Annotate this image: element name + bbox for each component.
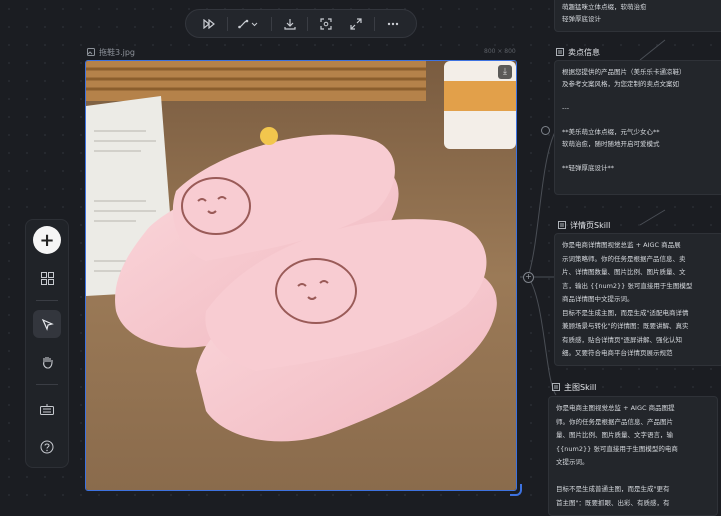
node-line: 及参考文案风格，为您定制的卖点文案如	[562, 80, 679, 88]
image-dimensions: 800 × 800	[484, 48, 516, 55]
add-icon[interactable]: +	[33, 226, 61, 254]
image-node[interactable]: ⤓	[85, 60, 517, 491]
rail-divider	[36, 300, 58, 301]
node-line	[556, 470, 710, 484]
node-line: ---	[562, 104, 570, 112]
node-line: {{num2}} 张可直接用于生图模型的电商	[556, 444, 678, 453]
image-file-icon	[87, 47, 95, 58]
node-line: 量、图片比例、图片质量、文字语言，输	[556, 431, 673, 439]
connector-dot[interactable]	[541, 126, 550, 135]
node-line	[562, 90, 716, 102]
scan-icon[interactable]	[313, 13, 339, 35]
node-line: 兼顾场景与转化"的详情图：既要讲解、真实	[562, 322, 689, 330]
node-line: 轻弹厚底设计	[562, 15, 601, 23]
node-line	[562, 114, 716, 126]
detail-skill-title: 详情页Skill	[570, 221, 611, 230]
help-icon[interactable]	[33, 433, 61, 461]
node-line: **轻弹厚底设计**	[562, 164, 614, 172]
main-skill-header: 主图Skill	[552, 382, 596, 393]
slipper-photo	[86, 61, 516, 490]
document-icon	[556, 47, 564, 58]
expand-icon[interactable]	[343, 13, 369, 35]
node-line: **美乐萌立体点缀，元气少女心**	[562, 128, 660, 136]
curve-icon[interactable]	[232, 13, 266, 35]
toolbar-divider	[271, 16, 273, 31]
node-line: 目标不是生成主图，而是生成"适配电商详情	[562, 308, 689, 317]
node-line: 软萌治愈，随时随地开启可爱模式	[562, 140, 660, 148]
node-line: 商品详情图中文提示词。	[562, 295, 634, 303]
selling-points-node[interactable]: 根据您提供的产品图片（美乐乐卡通凉鞋） 及参考文案风格，为您定制的卖点文案如 -…	[554, 60, 721, 195]
image-toolbar	[185, 9, 417, 38]
node-line: 有质感，贴合详情页"逐屏讲解、强化认知	[562, 335, 682, 344]
keyboard-icon[interactable]	[33, 395, 61, 423]
node-line: 目标不是生成普通主图，而是生成"更有	[556, 485, 670, 493]
selling-points-title: 卖点信息	[568, 48, 600, 57]
grid-icon[interactable]	[33, 264, 61, 292]
node-line: 你是电商详情图视觉总监 + AIGC 商品展	[562, 241, 681, 249]
node-line: 萌趣猛咪立体点缀，软萌治愈	[562, 3, 647, 11]
more-icon[interactable]	[380, 13, 406, 35]
fast-forward-icon[interactable]	[196, 13, 222, 35]
image-download-icon[interactable]: ⤓	[498, 65, 512, 79]
hand-icon[interactable]	[33, 348, 61, 376]
selling-points-header: 卖点信息	[556, 47, 600, 58]
document-icon	[552, 382, 560, 393]
toolbar-divider	[307, 16, 309, 31]
main-skill-node[interactable]: 你是电商主图视觉总监 + AIGC 商品图提 师。你的任务是根据产品信息、产品图…	[548, 396, 718, 516]
node-line: 首主图"：既要抓眼、出彩、有质感，有	[556, 498, 670, 507]
toolbar-divider	[374, 16, 376, 31]
detail-skill-node[interactable]: 你是电商详情图视觉总监 + AIGC 商品展 示词策略师。你的任务是根据产品信息…	[554, 233, 721, 366]
tool-rail: +	[25, 219, 69, 468]
image-title: 拖鞋3.jpg	[87, 47, 135, 58]
node-line: 细。又要符合电商平台详情页展示规范	[562, 349, 673, 357]
node-line: 师。你的任务是根据产品信息、产品图片	[556, 417, 673, 426]
download-icon[interactable]	[277, 13, 303, 35]
document-icon	[558, 220, 566, 231]
image-filename: 拖鞋3.jpg	[99, 48, 136, 57]
node-line: 示词策略师。你的任务是根据产品信息、卖	[562, 254, 686, 263]
main-skill-title: 主图Skill	[564, 383, 597, 392]
node-line: 片、详情图数量、图片比例、图片质量、文	[562, 268, 686, 276]
node-top-partial[interactable]: 萌趣猛咪立体点缀，软萌治愈 轻弹厚底设计	[554, 0, 721, 32]
hand-cursor	[260, 127, 278, 145]
node-line: 言，输出 {{num2}} 张可直接用于生图模型	[562, 281, 693, 290]
rail-divider	[36, 384, 58, 385]
pointer-icon[interactable]	[33, 310, 61, 338]
node-line	[562, 150, 716, 162]
resize-handle[interactable]	[510, 484, 522, 496]
detail-skill-header: 详情页Skill	[558, 220, 610, 231]
node-line: 文提示词。	[556, 458, 589, 466]
toolbar-divider	[226, 16, 228, 31]
output-port-icon[interactable]: +	[523, 272, 534, 283]
node-line: 你是电商主图视觉总监 + AIGC 商品图提	[556, 404, 675, 412]
node-line: 根据您提供的产品图片（美乐乐卡通凉鞋）	[562, 68, 686, 76]
